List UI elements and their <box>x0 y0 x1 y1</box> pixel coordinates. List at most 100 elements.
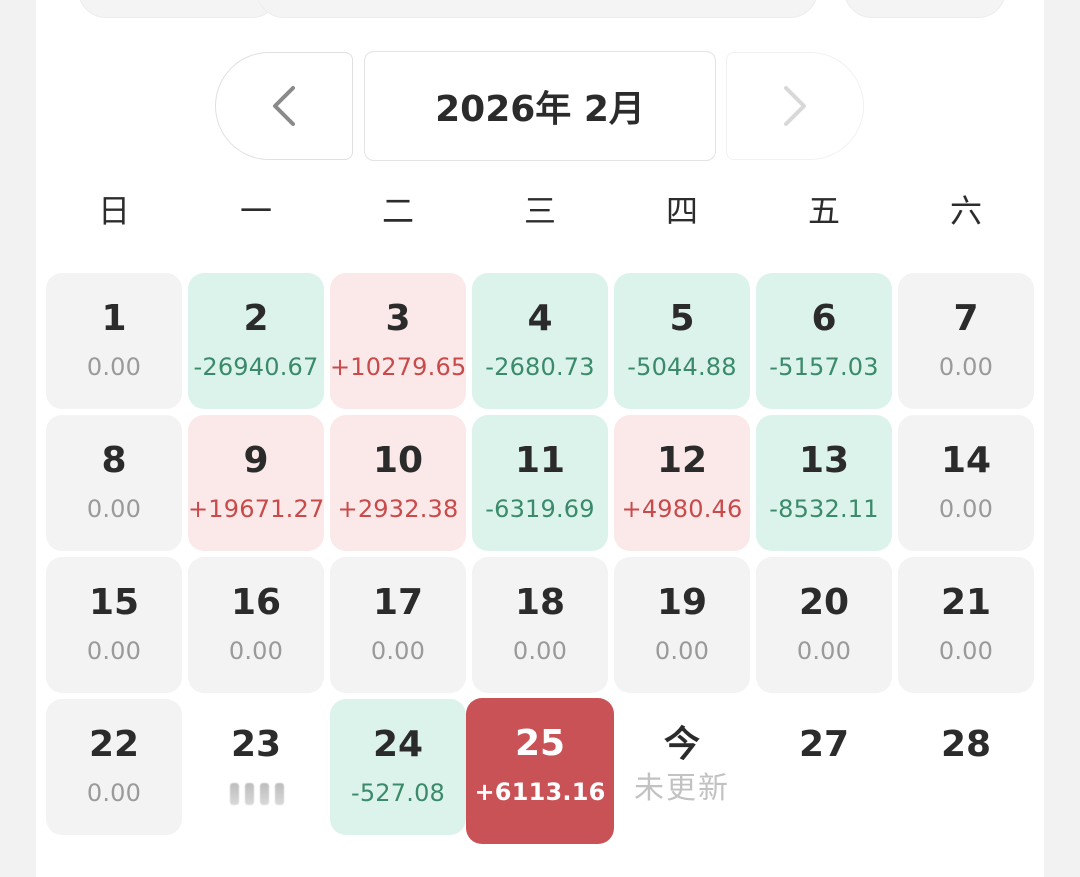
calendar-day-cell[interactable]: 27 <box>756 699 892 835</box>
top-tab-pill[interactable] <box>78 0 280 18</box>
day-number: 17 <box>372 582 424 623</box>
calendar-day-cell[interactable]: 12 +4980.46 <box>614 415 750 551</box>
day-number: 25 <box>514 723 566 764</box>
day-number: 9 <box>243 440 269 481</box>
weekday-label: 五 <box>807 192 840 230</box>
calendar-day-cell[interactable]: 今未更新 <box>614 699 750 835</box>
day-number: 24 <box>372 724 424 765</box>
calendar-day-cell[interactable]: 22 0.00 <box>46 699 182 835</box>
day-profit-value: -26940.67 <box>193 353 319 381</box>
calendar-day-cell[interactable]: 9 +19671.27 <box>188 415 324 551</box>
mask-bar <box>260 783 269 805</box>
day-profit-value: 0.00 <box>370 637 426 665</box>
weekday-label: 三 <box>523 192 556 230</box>
day-profit-value: 未更新 <box>634 771 730 806</box>
calendar-day-cell[interactable]: 10 +2932.38 <box>330 415 466 551</box>
chevron-left-icon <box>273 86 295 126</box>
calendar-day-cell[interactable]: 3 +10279.65 <box>330 273 466 409</box>
calendar-panel: 2026年 2月 日 一 二 三 四 五 六 1 0.00 2 -26940.67 3 +… <box>36 0 1044 877</box>
day-number: 22 <box>88 724 140 765</box>
mask-bar <box>230 783 239 805</box>
calendar-day-cell[interactable]: 28 <box>898 699 1034 835</box>
day-profit-value: 0.00 <box>938 637 994 665</box>
day-number: 19 <box>656 582 708 623</box>
day-number: 2 <box>243 298 269 339</box>
calendar-day-cell[interactable]: 21 0.00 <box>898 557 1034 693</box>
day-profit-value: -2680.73 <box>485 353 595 381</box>
calendar-day-cell[interactable]: 14 0.00 <box>898 415 1034 551</box>
day-number: 21 <box>940 582 992 623</box>
calendar-day-cell[interactable]: 13 -8532.11 <box>756 415 892 551</box>
day-profit-value: 0.00 <box>938 495 994 523</box>
day-number: 8 <box>101 440 127 481</box>
day-profit-value: 0.00 <box>228 637 284 665</box>
day-number: 10 <box>372 440 424 481</box>
day-number: 13 <box>798 440 850 481</box>
calendar-grid: 1 0.00 2 -26940.67 3 +10279.65 4 -2680.73 5 -5044… <box>46 273 1036 844</box>
calendar-day-cell[interactable]: 5 -5044.88 <box>614 273 750 409</box>
chevron-right-icon <box>784 86 806 126</box>
calendar-day-cell[interactable]: 2 -26940.67 <box>188 273 324 409</box>
weekday-label: 四 <box>665 192 698 230</box>
prev-month-button[interactable] <box>215 52 353 160</box>
weekday-label: 日 <box>97 192 130 230</box>
day-number: 5 <box>669 298 695 339</box>
calendar-day-cell[interactable]: 15 0.00 <box>46 557 182 693</box>
day-profit-value: +6113.16 <box>474 778 606 806</box>
day-profit-value: +19671.27 <box>188 495 325 523</box>
calendar-day-cell[interactable]: 1 0.00 <box>46 273 182 409</box>
day-profit-value: 0.00 <box>86 353 142 381</box>
weekday-label: 二 <box>381 192 414 230</box>
calendar-day-cell[interactable]: 11 -6319.69 <box>472 415 608 551</box>
day-number: 27 <box>798 724 850 765</box>
day-profit-value: -527.08 <box>350 779 446 807</box>
calendar-day-cell[interactable]: 19 0.00 <box>614 557 750 693</box>
calendar-day-cell[interactable]: 7 0.00 <box>898 273 1034 409</box>
calendar-day-cell[interactable]: 23 <box>188 699 324 835</box>
weekday-header: 日 一 二 三 四 五 六 <box>46 186 1036 236</box>
calendar-day-cell[interactable]: 20 0.00 <box>756 557 892 693</box>
top-tab-pill[interactable] <box>256 0 818 18</box>
day-profit-value: 0.00 <box>938 353 994 381</box>
day-number: 3 <box>385 298 411 339</box>
top-tab-pill[interactable] <box>844 0 1006 18</box>
day-profit-value: +4980.46 <box>621 495 743 523</box>
day-profit-value: 0.00 <box>86 495 142 523</box>
day-profit-value: -5044.88 <box>627 353 737 381</box>
day-profit-value: -5157.03 <box>769 353 879 381</box>
day-number: 7 <box>953 298 979 339</box>
weekday-label: 一 <box>239 192 272 230</box>
month-title[interactable]: 2026年 2月 <box>364 51 716 161</box>
day-number: 4 <box>527 298 553 339</box>
calendar-day-cell[interactable]: 8 0.00 <box>46 415 182 551</box>
calendar-day-cell[interactable]: 4 -2680.73 <box>472 273 608 409</box>
day-profit-value: -6319.69 <box>485 495 595 523</box>
day-profit-value: 0.00 <box>796 637 852 665</box>
day-number: 23 <box>230 724 282 765</box>
day-number: 11 <box>514 440 566 481</box>
day-profit-value: -8532.11 <box>769 495 879 523</box>
day-number: 14 <box>940 440 992 481</box>
day-number: 20 <box>798 582 850 623</box>
calendar-day-cell[interactable]: 16 0.00 <box>188 557 324 693</box>
day-number: 1 <box>101 298 127 339</box>
day-number: 16 <box>230 582 282 623</box>
day-profit-value: +10279.65 <box>330 353 467 381</box>
calendar-day-cell[interactable]: 17 0.00 <box>330 557 466 693</box>
weekday-label: 六 <box>949 192 982 230</box>
day-profit-value: 0.00 <box>86 637 142 665</box>
calendar-day-cell[interactable]: 18 0.00 <box>472 557 608 693</box>
masked-value <box>230 781 284 807</box>
calendar-day-cell[interactable]: 6 -5157.03 <box>756 273 892 409</box>
day-number: 6 <box>811 298 837 339</box>
calendar-day-cell[interactable]: 24 -527.08 <box>330 699 466 835</box>
day-number: 12 <box>656 440 708 481</box>
calendar-day-cell[interactable]: 25 +6113.16 <box>466 698 614 844</box>
day-profit-value: 0.00 <box>86 779 142 807</box>
day-number: 今 <box>663 724 700 765</box>
day-number: 28 <box>940 724 992 765</box>
day-profit-value: 0.00 <box>654 637 710 665</box>
next-month-button[interactable] <box>726 52 864 160</box>
mask-bar <box>275 783 284 805</box>
day-number: 18 <box>514 582 566 623</box>
